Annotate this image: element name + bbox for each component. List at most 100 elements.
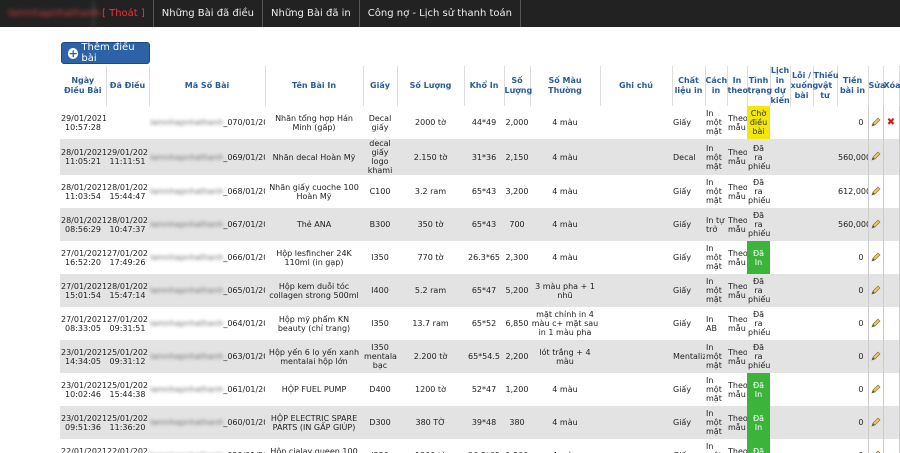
pencil-icon[interactable] xyxy=(871,117,881,127)
header-col-dispatched: Đã Điều xyxy=(106,66,150,106)
cell-date: 23/01/2021 14:34:05 xyxy=(60,340,106,373)
pencil-icon[interactable] xyxy=(871,252,881,262)
code-prefix-blurred: lamnhapnhathanh xyxy=(150,152,224,162)
cell-method: In AB xyxy=(705,307,727,340)
pencil-icon[interactable] xyxy=(871,417,881,427)
cell-schedule xyxy=(770,340,790,373)
cell-dispatched: 28/01/2021 10:47:37 xyxy=(106,208,149,241)
cell-status: Đã ra phiếu xyxy=(747,307,770,340)
cell-in-theo: Theo mẫu xyxy=(727,175,747,208)
edit-cell xyxy=(867,106,884,139)
cell-method: In tự trở xyxy=(705,208,727,241)
table-row: 28/01/2021 08:56:29 28/01/2021 10:47:37 la… xyxy=(60,208,900,241)
header-col-error: Lỗi / xuống bài xyxy=(790,66,818,106)
nav-link-printed[interactable]: Những Bài đã in xyxy=(263,0,360,27)
header-col-delete: Xóa xyxy=(883,66,900,106)
cell-date: 27/01/2021 08:33:05 xyxy=(60,307,106,340)
cell-size: 26.3*65 xyxy=(464,439,504,453)
cell-dispatched: 22/01/2021 17:15:28 xyxy=(106,439,149,453)
pencil-icon[interactable] xyxy=(871,285,881,295)
cell-paper: Decal giấy xyxy=(363,106,397,139)
cell-name: Nhãn tổng hợp Hán Minh (gấp) xyxy=(265,106,363,139)
delete-icon[interactable]: ✖ xyxy=(887,117,895,128)
cell-date: 28/01/2021 11:03:54 xyxy=(60,175,106,208)
cell-paper: I400 xyxy=(363,274,397,307)
cell-name: Nhãn decal Hoàn Mỹ xyxy=(265,139,363,175)
cell-error xyxy=(790,340,813,373)
header-col-colors: Số Màu Thường xyxy=(530,66,601,106)
pencil-icon[interactable] xyxy=(871,318,881,328)
cell-colors: 3 màu pha + 1 nhũ xyxy=(530,274,600,307)
cell-paper: I350 xyxy=(363,439,397,453)
table-header-row: Ngày Điều Bài Đã Điều Mã Số Bài Tên Bài In G… xyxy=(60,66,900,106)
cell-quantity: 3.2 ram xyxy=(397,175,464,208)
cell-quantity2: 380 xyxy=(504,406,530,439)
cell-quantity: 2.150 tờ xyxy=(397,139,464,175)
cell-in-theo: Theo mẫu xyxy=(727,106,747,139)
delete-cell xyxy=(882,340,900,373)
table-row: 23/01/2021 09:51:36 25/01/2021 11:36:20 la… xyxy=(60,406,900,439)
code-suffix: _068/01/2021 xyxy=(223,187,265,196)
top-navigation: lamnhapnhathanh [ Thoát ] Những Bài đã đ… xyxy=(0,0,900,27)
nav-link-dispatched[interactable]: Những Bài đã điều xyxy=(154,0,264,27)
cell-code: lamnhapnhathanh_069/01/2021 xyxy=(149,139,265,175)
code-suffix: _069/01/2021 xyxy=(223,152,265,162)
cell-in-theo: Theo mẫu xyxy=(727,439,747,453)
cell-quantity: 1200 tờ xyxy=(397,439,464,453)
logout-link[interactable]: [ Thoát ] xyxy=(94,0,154,27)
cell-quantity: 1200 tờ xyxy=(397,373,464,406)
cell-error xyxy=(790,208,813,241)
cell-size: 44*49 xyxy=(464,106,504,139)
code-prefix-blurred: lamnhapnhathanh xyxy=(150,385,224,394)
user-name[interactable]: lamnhapnhathanh xyxy=(0,0,100,27)
pencil-icon[interactable] xyxy=(871,151,881,161)
cell-note xyxy=(600,208,672,241)
add-job-label: Thêm điều bài xyxy=(81,42,135,64)
cell-error xyxy=(790,241,813,274)
cell-quantity: 2.200 tờ xyxy=(397,340,464,373)
pencil-icon[interactable] xyxy=(871,219,881,229)
cell-error xyxy=(790,274,813,307)
cell-quantity2: 2,150 xyxy=(504,139,530,175)
cell-date: 27/01/2021 15:01:54 xyxy=(60,274,106,307)
cell-shortage xyxy=(813,439,837,453)
cell-paper: B300 xyxy=(363,208,397,241)
pencil-icon[interactable] xyxy=(871,186,881,196)
cell-status: Đã ra phiếu xyxy=(747,340,770,373)
cell-code: lamnhapnhathanh_060/01/2021 xyxy=(149,406,265,439)
cell-status: Đã In xyxy=(747,373,770,406)
table-row: 23/01/2021 14:34:05 25/01/2021 09:31:12 la… xyxy=(60,340,900,373)
header-col-code: Mã Số Bài xyxy=(149,66,266,106)
cell-money: 0 xyxy=(837,241,868,274)
nav-link-debt-history[interactable]: Công nợ - Lịch sử thanh toán xyxy=(360,0,522,27)
code-suffix: _064/01/2021 xyxy=(223,319,265,328)
cell-size: 39*48 xyxy=(464,406,504,439)
edit-cell xyxy=(867,439,884,453)
pencil-icon[interactable] xyxy=(871,351,881,361)
delete-cell: ✖ xyxy=(882,106,900,139)
cell-date: 28/01/2021 08:56:29 xyxy=(60,208,106,241)
cell-quantity: 350 tờ xyxy=(397,208,464,241)
pencil-icon[interactable] xyxy=(871,450,881,453)
add-job-button[interactable]: + Thêm điều bài xyxy=(61,42,150,64)
cell-in-theo: Theo mẫu xyxy=(727,139,747,175)
cell-name: HỘP ELECTRIC SPARE PARTS (IN GẤP GIÚP) xyxy=(265,406,363,439)
edit-cell xyxy=(867,139,884,175)
cell-schedule xyxy=(770,274,790,307)
cell-name: Nhãn giấy cuoche 100 Hoàn Mỹ xyxy=(265,175,363,208)
delete-cell xyxy=(882,139,900,175)
code-prefix-blurred: lamnhapnhathanh xyxy=(150,253,224,262)
cell-code: lamnhapnhathanh_065/01/2021 xyxy=(149,274,265,307)
cell-colors: 4 màu xyxy=(530,106,600,139)
cell-material: Giấy xyxy=(672,373,705,406)
cell-money: 560,000 xyxy=(837,139,868,175)
cell-dispatched: 25/01/2021 11:36:20 xyxy=(106,406,149,439)
code-prefix-blurred: lamnhapnhathanh xyxy=(150,220,224,229)
pencil-icon[interactable] xyxy=(871,384,881,394)
cell-error xyxy=(790,373,813,406)
cell-shortage xyxy=(813,175,837,208)
cell-method: In một mặt xyxy=(705,241,727,274)
cell-paper: D400 xyxy=(363,373,397,406)
code-prefix-blurred: lamnhapnhathanh xyxy=(150,187,224,196)
cell-method: In một mặt xyxy=(705,406,727,439)
